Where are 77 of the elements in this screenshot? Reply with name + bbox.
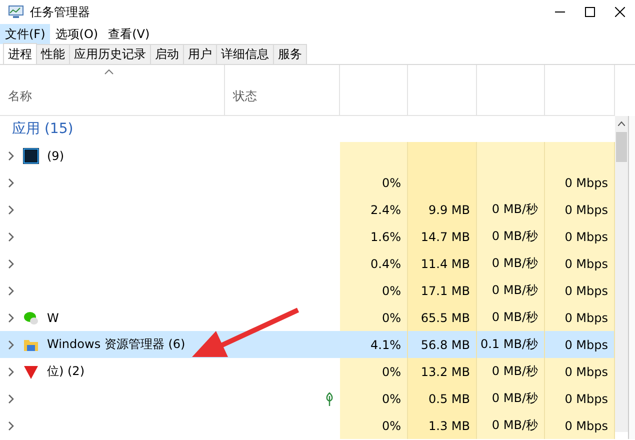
table-cell: 0 Mbps	[545, 304, 615, 331]
expand-chevron-icon[interactable]	[8, 340, 15, 350]
table-cell: 0 MB/秒	[477, 277, 545, 304]
column-header[interactable]: 名称	[8, 88, 32, 105]
table-cell: 0 MB/秒	[477, 412, 545, 439]
table-cell: 0%	[340, 169, 408, 196]
table-cell: 1.6%	[340, 223, 408, 250]
table-cell: 0 MB/秒	[477, 304, 545, 331]
table-cell: 0.4%	[340, 250, 408, 277]
table-cell	[408, 142, 477, 169]
scrollbar-thumb[interactable]	[616, 132, 627, 162]
tab[interactable]: 详细信息	[216, 44, 274, 64]
table-cell	[545, 142, 615, 169]
column-header[interactable]: 状态	[233, 88, 257, 105]
table-cell: 0 MB/秒	[477, 196, 545, 223]
table-cell	[477, 142, 545, 169]
table-cell: 0 MB/秒	[477, 385, 545, 412]
table-cell: 0 Mbps	[545, 250, 615, 277]
menu-item[interactable]: 文件(F)	[0, 24, 50, 44]
tab[interactable]: 进程	[3, 43, 37, 64]
tab[interactable]: 性能	[36, 44, 70, 64]
table-cell: 0%	[340, 385, 408, 412]
menu-item[interactable]: 查看(V)	[103, 24, 155, 44]
table-cell: 0 Mbps	[545, 358, 615, 385]
table-cell	[340, 142, 408, 169]
chat-bubble-icon	[23, 310, 39, 326]
table-cell: 0%	[340, 358, 408, 385]
expand-chevron-icon[interactable]	[8, 366, 15, 376]
close-icon[interactable]	[615, 7, 625, 17]
app-icon	[23, 148, 39, 164]
table-cell: 0 Mbps	[545, 277, 615, 304]
table-cell: 0 Mbps	[545, 412, 615, 439]
table-cell: 0%	[340, 412, 408, 439]
expand-chevron-icon[interactable]	[8, 258, 15, 268]
table-cell: 0 Mbps	[545, 385, 615, 412]
expand-chevron-icon[interactable]	[8, 178, 15, 188]
scroll-up-icon[interactable]	[618, 121, 625, 126]
table-cell: 9.9 MB	[408, 196, 477, 223]
tab[interactable]: 启动	[150, 44, 184, 64]
table-cell: 14.7 MB	[408, 223, 477, 250]
process-name: Windows 资源管理器 (6)	[47, 336, 186, 353]
process-name: 位) (2)	[47, 363, 84, 380]
process-name: W	[47, 310, 59, 324]
table-cell: 0 Mbps	[545, 196, 615, 223]
monitor-icon	[8, 5, 24, 19]
tab[interactable]: 应用历史记录	[69, 44, 151, 64]
app-icon	[23, 364, 39, 380]
table-cell: 1.3 MB	[408, 412, 477, 439]
table-cell: 13.2 MB	[408, 358, 477, 385]
expand-chevron-icon[interactable]	[8, 286, 15, 296]
menu-item[interactable]: 选项(O)	[50, 24, 104, 44]
tab[interactable]: 用户	[183, 44, 217, 64]
window-title: 任务管理器	[30, 4, 90, 20]
table-cell: 11.4 MB	[408, 250, 477, 277]
table-cell: 2.4%	[340, 196, 408, 223]
table-cell: 0%	[340, 304, 408, 331]
table-cell: 0.5 MB	[408, 385, 477, 412]
expand-chevron-icon[interactable]	[8, 312, 15, 322]
table-cell: 17.1 MB	[408, 277, 477, 304]
process-name: (9)	[47, 148, 64, 162]
table-cell: 0 Mbps	[545, 169, 615, 196]
maximize-icon[interactable]	[585, 7, 595, 17]
table-cell: 0 MB/秒	[477, 358, 545, 385]
expand-chevron-icon[interactable]	[8, 232, 15, 242]
scrollbar[interactable]	[615, 116, 628, 432]
table-cell: 0%	[340, 277, 408, 304]
table-cell: 0 MB/秒	[477, 250, 545, 277]
expand-chevron-icon[interactable]	[8, 204, 15, 214]
tab[interactable]: 服务	[273, 44, 307, 64]
table-cell: 65.5 MB	[408, 304, 477, 331]
expand-chevron-icon[interactable]	[8, 394, 15, 404]
group-header: 应用 (15)	[12, 120, 74, 138]
sort-caret-icon[interactable]	[104, 69, 114, 75]
table-cell: 0 MB/秒	[477, 223, 545, 250]
expand-chevron-icon[interactable]	[8, 420, 15, 430]
table-cell: 0 Mbps	[545, 223, 615, 250]
expand-chevron-icon[interactable]	[8, 150, 15, 160]
